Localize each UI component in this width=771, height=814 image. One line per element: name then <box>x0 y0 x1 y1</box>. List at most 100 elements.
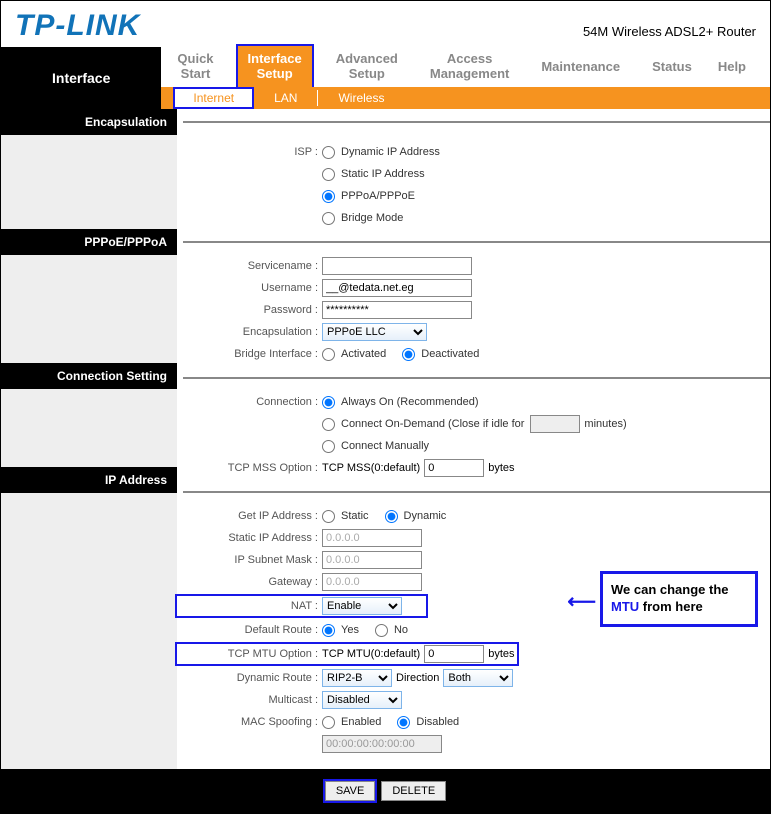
product-name: 54M Wireless ADSL2+ Router <box>583 24 756 39</box>
sub-tabs: Internet LAN Wireless <box>161 87 770 109</box>
multicast-label: Multicast : <box>177 694 322 706</box>
servicename-input[interactable] <box>322 257 472 275</box>
isp-static-label: Static IP Address <box>341 168 425 180</box>
annotation-callout: We can change the MTU from here <box>600 571 758 627</box>
radio-isp-static[interactable] <box>322 168 335 181</box>
tab-access-management[interactable]: Access Management <box>420 48 519 86</box>
gateway-input[interactable] <box>322 573 422 591</box>
main-nav: Interface Quick Start Interface Setup Ad… <box>1 47 770 109</box>
sub-tab-lan[interactable]: LAN <box>254 91 317 105</box>
save-button[interactable]: SAVE <box>325 781 376 801</box>
idle-minutes-input <box>530 415 580 433</box>
encap-label: Encapsulation : <box>177 326 322 338</box>
annotation-mtu: MTU <box>611 599 639 614</box>
getip-label: Get IP Address : <box>177 510 322 522</box>
nav-tabs: Quick Start Interface Setup Advanced Set… <box>161 47 770 87</box>
isp-bridge-label: Bridge Mode <box>341 212 403 224</box>
mtu-bytes: bytes <box>488 648 514 660</box>
section-ip: IP Address <box>1 467 177 493</box>
static-ip-input[interactable] <box>322 529 422 547</box>
radio-dr-no[interactable] <box>375 624 388 637</box>
tab-help[interactable]: Help <box>708 56 756 79</box>
nat-select[interactable]: Enable <box>322 597 402 615</box>
getip-static-label: Static <box>341 510 369 522</box>
radio-conn-manual[interactable] <box>322 440 335 453</box>
gateway-label: Gateway : <box>177 576 322 588</box>
section-pppoe: PPPoE/PPPoA <box>1 229 177 255</box>
radio-getip-static[interactable] <box>322 510 335 523</box>
footer: SAVE DELETE <box>1 769 770 813</box>
mtu-label: TCP MTU Option : <box>177 648 322 660</box>
mac-input <box>322 735 442 753</box>
direction-select[interactable]: Both <box>443 669 513 687</box>
radio-mac-enabled[interactable] <box>322 716 335 729</box>
radio-dr-yes[interactable] <box>322 624 335 637</box>
mac-spoof-label: MAC Spoofing : <box>177 716 322 728</box>
mss-label: TCP MSS Option : <box>177 462 322 474</box>
mac-disabled-label: Disabled <box>416 716 459 728</box>
dr-no-label: No <box>394 624 408 636</box>
tab-status[interactable]: Status <box>642 56 702 79</box>
multicast-select[interactable]: Disabled <box>322 691 402 709</box>
bridge-activated-label: Activated <box>341 348 386 360</box>
radio-getip-dynamic[interactable] <box>385 510 398 523</box>
bridge-if-label: Bridge Interface : <box>177 348 322 360</box>
content: Encapsulation PPPoE/PPPoA Connection Set… <box>1 109 770 769</box>
getip-dynamic-label: Dynamic <box>404 510 447 522</box>
arrow-icon: ⟵ <box>567 589 596 614</box>
mac-enabled-label: Enabled <box>341 716 381 728</box>
conn-demand-label-a: Connect On-Demand (Close if idle for <box>341 418 524 430</box>
dyn-route-label: Dynamic Route : <box>177 672 322 684</box>
main-form: ISP : Dynamic IP Address Static IP Addre… <box>177 109 770 769</box>
tab-quick-start[interactable]: Quick Start <box>167 48 223 86</box>
delete-button[interactable]: DELETE <box>381 781 446 801</box>
default-route-label: Default Route : <box>177 624 322 636</box>
radio-isp-pppoa[interactable] <box>322 190 335 203</box>
conn-manual-label: Connect Manually <box>341 440 429 452</box>
servicename-label: Servicename : <box>177 260 322 272</box>
radio-isp-dynamic[interactable] <box>322 146 335 159</box>
isp-label: ISP : <box>177 146 322 158</box>
nav-current-category: Interface <box>1 47 161 109</box>
radio-bridge-activated[interactable] <box>322 348 335 361</box>
radio-mac-disabled[interactable] <box>397 716 410 729</box>
password-label: Password : <box>177 304 322 316</box>
tab-maintenance[interactable]: Maintenance <box>531 56 630 79</box>
mtu-text: TCP MTU(0:default) <box>322 648 420 660</box>
mss-bytes: bytes <box>488 462 514 474</box>
brand-a: TP <box>15 9 55 42</box>
mss-text: TCP MSS(0:default) <box>322 462 420 474</box>
sub-tab-wireless[interactable]: Wireless <box>318 91 404 105</box>
dr-yes-label: Yes <box>341 624 359 636</box>
tab-interface-setup[interactable]: Interface Setup <box>236 44 314 90</box>
tab-advanced-setup[interactable]: Advanced Setup <box>326 48 408 86</box>
isp-dynamic-label: Dynamic IP Address <box>341 146 440 158</box>
bridge-deactivated-label: Deactivated <box>421 348 479 360</box>
header: TP-LINK 54M Wireless ADSL2+ Router <box>1 1 770 47</box>
conn-always-label: Always On (Recommended) <box>341 396 479 408</box>
connection-label: Connection : <box>177 396 322 408</box>
password-input[interactable] <box>322 301 472 319</box>
dyn-route-select[interactable]: RIP2-B <box>322 669 392 687</box>
radio-conn-always[interactable] <box>322 396 335 409</box>
mtu-input[interactable] <box>424 645 484 663</box>
direction-label: Direction <box>396 672 439 684</box>
static-ip-label: Static IP Address : <box>177 532 322 544</box>
brand-logo: TP-LINK <box>15 9 140 43</box>
isp-pppoa-label: PPPoA/PPPoE <box>341 190 415 202</box>
radio-conn-demand[interactable] <box>322 418 335 431</box>
username-label: Username : <box>177 282 322 294</box>
section-encapsulation: Encapsulation <box>1 109 177 135</box>
username-input[interactable] <box>322 279 472 297</box>
encap-select[interactable]: PPPoE LLC <box>322 323 427 341</box>
radio-bridge-deactivated[interactable] <box>402 348 415 361</box>
radio-isp-bridge[interactable] <box>322 212 335 225</box>
brand-b: -LINK <box>55 9 140 42</box>
conn-demand-label-b: minutes) <box>584 418 626 430</box>
annotation-line1: We can change the <box>611 582 729 597</box>
sub-tab-internet[interactable]: Internet <box>173 87 254 109</box>
mss-input[interactable] <box>424 459 484 477</box>
sidebar: Encapsulation PPPoE/PPPoA Connection Set… <box>1 109 177 769</box>
nat-label: NAT : <box>177 600 322 612</box>
mask-input[interactable] <box>322 551 422 569</box>
